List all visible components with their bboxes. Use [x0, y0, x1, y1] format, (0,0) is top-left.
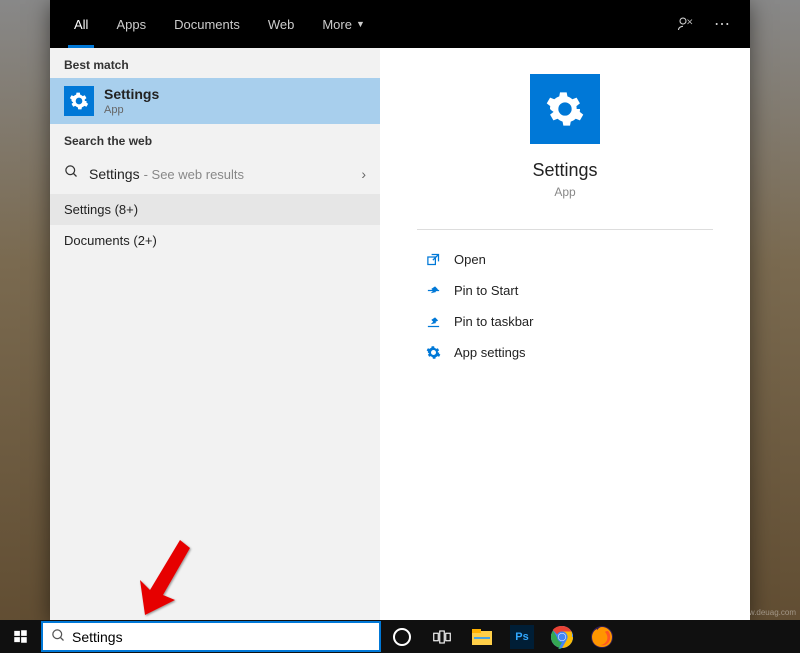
search-input[interactable]	[72, 629, 371, 645]
detail-title: Settings	[532, 160, 597, 181]
start-button[interactable]	[0, 620, 40, 653]
action-pin-taskbar[interactable]: Pin to taskbar	[420, 306, 710, 337]
chevron-right-icon: ›	[361, 166, 366, 182]
action-label: Pin to taskbar	[454, 314, 534, 329]
best-match-header: Best match	[50, 48, 380, 78]
cortana-button[interactable]	[382, 620, 422, 653]
detail-column: Settings App Open Pin to Start	[380, 48, 750, 620]
detail-subtitle: App	[554, 185, 575, 199]
expandable-documents[interactable]: Documents (2+)	[50, 225, 380, 256]
result-subtitle: App	[104, 104, 159, 116]
taskbar-search-box[interactable]	[41, 621, 381, 652]
taskbar-app-file-explorer[interactable]	[462, 620, 502, 653]
header-tabs: All Apps Documents Web More ▼	[60, 0, 379, 48]
tab-apps[interactable]: Apps	[102, 0, 160, 48]
panel-header: All Apps Documents Web More ▼ ⋯	[50, 0, 750, 48]
gear-icon	[64, 86, 94, 116]
taskbar-app-photoshop[interactable]: Ps	[502, 620, 542, 653]
action-label: Open	[454, 252, 486, 267]
detail-gear-icon	[530, 74, 600, 144]
search-panel: All Apps Documents Web More ▼ ⋯ Best mat…	[50, 0, 750, 620]
chevron-down-icon: ▼	[356, 19, 365, 29]
taskbar-app-chrome[interactable]	[542, 620, 582, 653]
tab-more-label: More	[322, 17, 352, 32]
gear-small-icon	[420, 345, 446, 360]
result-settings-app[interactable]: Settings App	[50, 78, 380, 124]
search-web-header: Search the web	[50, 124, 380, 154]
expandable-settings[interactable]: Settings (8+)	[50, 194, 380, 225]
action-open[interactable]: Open	[420, 244, 710, 275]
open-icon	[420, 252, 446, 267]
feedback-icon[interactable]	[668, 6, 704, 42]
action-pin-start[interactable]: Pin to Start	[420, 275, 710, 306]
divider	[417, 229, 713, 230]
more-options-icon[interactable]: ⋯	[704, 6, 740, 42]
results-column: Best match Settings App Search the web S…	[50, 48, 380, 620]
task-view-button[interactable]	[422, 620, 462, 653]
tab-all[interactable]: All	[60, 0, 102, 48]
action-label: App settings	[454, 345, 526, 360]
action-list: Open Pin to Start Pin to taskbar	[380, 244, 750, 368]
web-result-label: Settings	[89, 166, 140, 182]
search-icon	[64, 164, 79, 184]
taskbar: Ps	[0, 620, 800, 653]
watermark: www.deuag.com	[737, 608, 796, 617]
action-app-settings[interactable]: App settings	[420, 337, 710, 368]
pin-start-icon	[420, 283, 446, 298]
result-title: Settings	[104, 86, 159, 102]
tab-documents[interactable]: Documents	[160, 0, 254, 48]
action-label: Pin to Start	[454, 283, 518, 298]
search-icon	[51, 628, 66, 646]
taskbar-app-firefox[interactable]	[582, 620, 622, 653]
web-result-row[interactable]: Settings - See web results ›	[50, 154, 380, 194]
tab-more[interactable]: More ▼	[308, 0, 379, 48]
tab-web[interactable]: Web	[254, 0, 309, 48]
web-result-suffix: - See web results	[144, 167, 244, 182]
pin-taskbar-icon	[420, 314, 446, 329]
